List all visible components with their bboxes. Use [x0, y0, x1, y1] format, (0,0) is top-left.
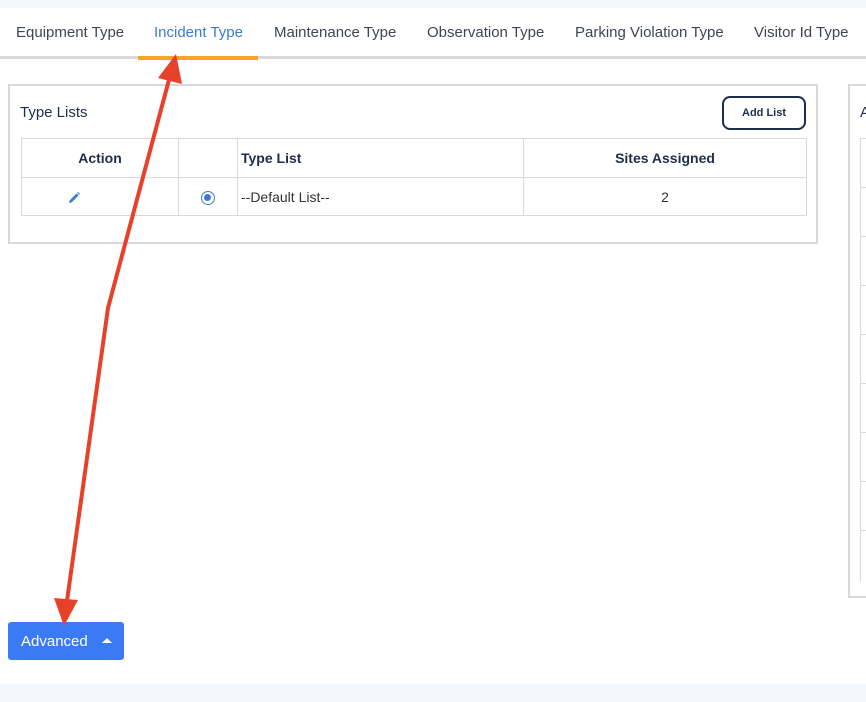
tab-bar-divider — [0, 56, 866, 59]
column-header-sites-assigned[interactable]: Sites Assigned — [523, 138, 807, 178]
tab-bar: Equipment Type Incident Type Maintenance… — [0, 8, 866, 58]
advanced-button[interactable]: Advanced — [8, 622, 124, 660]
advanced-button-label: Advanced — [21, 632, 88, 650]
side-table-row — [861, 237, 866, 286]
type-lists-table: Action Type List Sites Assigned --Defaul… — [21, 138, 807, 216]
caret-up-icon — [102, 638, 112, 643]
side-table-row — [861, 384, 866, 433]
tab-observation-type[interactable]: Observation Type — [427, 8, 544, 58]
top-strip — [0, 0, 866, 8]
row-type-list-name: --Default List-- — [237, 177, 524, 216]
type-lists-title: Type Lists — [20, 104, 88, 121]
type-lists-panel: Type Lists Add List Action Type List Sit… — [8, 84, 818, 244]
column-header-type-list: Type List — [237, 138, 524, 178]
tab-incident-type[interactable]: Incident Type — [154, 8, 243, 58]
side-table-row — [861, 433, 866, 482]
tab-equipment-type[interactable]: Equipment Type — [16, 8, 124, 58]
side-panel: A — [848, 84, 866, 598]
active-tab-indicator — [138, 56, 258, 60]
side-table-row — [861, 139, 866, 188]
side-table-row — [861, 335, 866, 384]
side-panel-table — [860, 138, 866, 582]
row-sites-assigned-link[interactable]: 2 — [523, 177, 807, 216]
row-action-cell — [21, 177, 179, 216]
bottom-strip — [0, 684, 866, 702]
side-table-row — [861, 286, 866, 335]
tab-visitor-id-type[interactable]: Visitor Id Type — [754, 8, 849, 58]
tab-parking-violation-type[interactable]: Parking Violation Type — [575, 8, 724, 58]
table-header-row: Action Type List Sites Assigned — [21, 138, 807, 178]
table-row: --Default List-- 2 — [21, 177, 807, 216]
row-select-cell — [178, 177, 238, 216]
side-panel-title: A — [860, 104, 866, 121]
pencil-icon[interactable] — [67, 191, 81, 205]
side-table-row — [861, 482, 866, 531]
column-header-action: Action — [21, 138, 179, 178]
radio-selected-icon[interactable] — [201, 190, 215, 205]
add-list-button[interactable]: Add List — [722, 96, 806, 130]
tab-maintenance-type[interactable]: Maintenance Type — [274, 8, 396, 58]
column-header-select — [178, 138, 238, 178]
side-table-row — [861, 188, 866, 237]
